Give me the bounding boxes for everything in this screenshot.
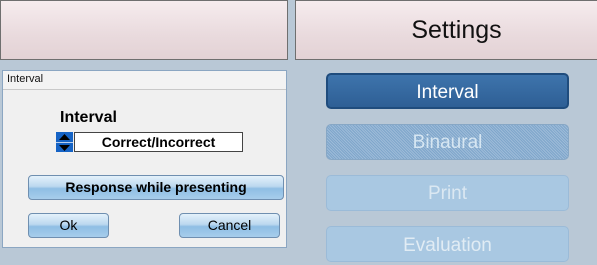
nav-evaluation-button[interactable]: Evaluation <box>326 226 569 262</box>
interval-spinner[interactable] <box>56 132 73 152</box>
cancel-button-label: Cancel <box>207 217 252 233</box>
interval-value-field[interactable]: Correct/Incorrect <box>74 132 243 152</box>
arrow-down-icon <box>59 145 70 151</box>
nav-interval-button[interactable]: Interval <box>326 73 569 109</box>
nav-binaural-button[interactable]: Binaural <box>326 124 569 160</box>
cancel-button[interactable]: Cancel <box>179 213 280 238</box>
header-right-panel: Settings <box>295 0 597 60</box>
arrow-up-icon <box>59 134 70 140</box>
interval-dialog: Interval Interval Correct/Incorrect Resp… <box>2 70 287 248</box>
ok-button[interactable]: Ok <box>28 213 109 238</box>
ok-button-label: Ok <box>59 217 78 233</box>
spinner-down-button[interactable] <box>56 142 73 152</box>
page-title: Settings <box>411 15 502 44</box>
dialog-title: Interval <box>3 71 286 90</box>
nav-print-button[interactable]: Print <box>326 175 569 211</box>
spinner-up-button[interactable] <box>56 132 73 142</box>
response-while-presenting-button[interactable]: Response while presenting <box>28 175 284 200</box>
interval-field-label: Interval <box>60 109 117 126</box>
header-left-panel <box>0 0 288 60</box>
